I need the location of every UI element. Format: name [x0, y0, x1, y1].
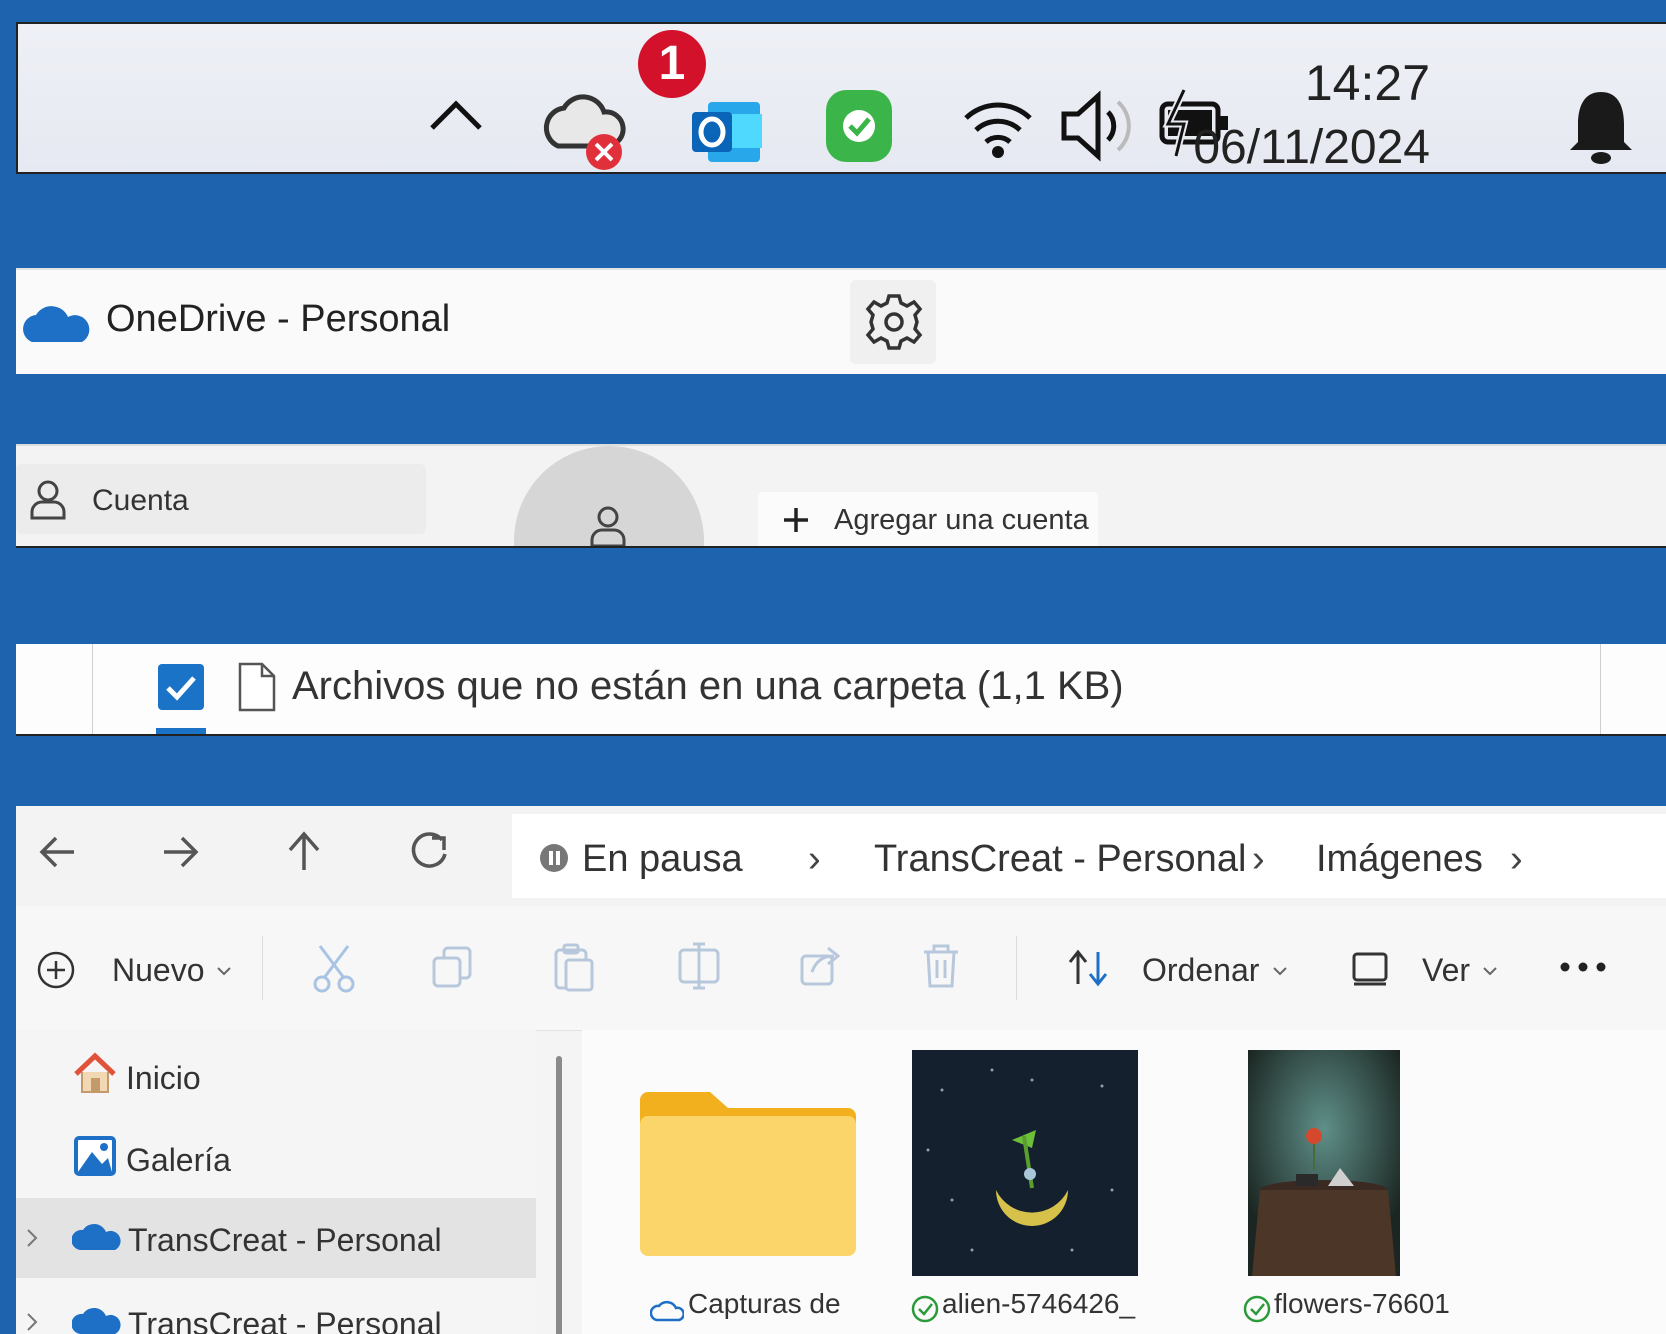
address-bar[interactable]: En pausa › TransCreat - Personal › Imáge…	[512, 814, 1666, 898]
breadcrumb-item-images[interactable]: Imágenes	[1316, 838, 1483, 881]
sidebar-item-label: Galería	[126, 1142, 231, 1178]
navigation-bar: En pausa › TransCreat - Personal › Imáge…	[16, 806, 1666, 907]
folder-icon	[640, 1092, 856, 1256]
breadcrumb-chevron-icon: ›	[1252, 838, 1265, 880]
new-button-label: Nuevo	[112, 952, 205, 988]
files-not-in-folder-label: Archivos que no están en una carpeta (1,…	[292, 664, 1124, 708]
expand-chevron-icon[interactable]	[22, 1226, 42, 1250]
forward-arrow-icon[interactable]	[160, 832, 200, 872]
breadcrumb-item-personal[interactable]: TransCreat - Personal	[874, 838, 1246, 881]
divider	[92, 644, 93, 734]
image-thumbnail	[912, 1050, 1138, 1276]
person-icon	[590, 506, 626, 546]
sidebar-item-home[interactable]: Inicio	[16, 1036, 536, 1116]
clock-date[interactable]: 06/11/2024	[1193, 120, 1430, 172]
onedrive-title: OneDrive - Personal	[106, 298, 451, 340]
file-icon	[238, 662, 276, 712]
sidebar-item-onedrive-personal-2[interactable]: TransCreat - Personal	[16, 1282, 536, 1334]
breadcrumb-chevron-icon[interactable]: ›	[1510, 838, 1523, 881]
onedrive-error-icon[interactable]	[542, 84, 632, 174]
taskbar: 1 14:27 06/11/2024	[16, 22, 1666, 174]
file-list: Capturas de alien-5746426_ flowers-76601	[582, 1030, 1666, 1334]
gallery-icon	[74, 1136, 116, 1176]
list-item-label: Capturas de	[688, 1288, 841, 1319]
onedrive-header: OneDrive - Personal	[16, 268, 1666, 374]
volume-icon[interactable]	[1058, 86, 1138, 166]
chevron-up-icon[interactable]	[426, 96, 486, 136]
home-icon	[74, 1052, 116, 1093]
notification-badge: 1	[638, 30, 706, 98]
view-icon	[1352, 952, 1388, 986]
refresh-icon[interactable]	[408, 830, 450, 872]
sidebar-item-label: Inicio	[126, 1060, 201, 1096]
person-icon	[30, 480, 66, 520]
onedrive-cloud-icon	[23, 306, 90, 342]
wifi-icon[interactable]	[960, 84, 1036, 164]
breadcrumb-item-paused[interactable]: En pausa	[582, 838, 743, 881]
checkbox[interactable]	[156, 728, 206, 734]
share-icon[interactable]	[798, 942, 844, 988]
add-account-label: Agregar una cuenta	[834, 504, 1089, 536]
sidebar-item-label: TransCreat - Personal	[128, 1222, 442, 1258]
divider	[1600, 644, 1601, 734]
breadcrumb-chevron-icon: ›	[808, 838, 821, 880]
view-button[interactable]: Ver	[1344, 932, 1504, 1002]
more-options-icon[interactable]	[1558, 960, 1608, 974]
chevron-down-icon	[1483, 967, 1497, 976]
view-button-label: Ver	[1422, 952, 1471, 988]
image-thumbnail	[1248, 1050, 1400, 1276]
cut-icon[interactable]	[310, 942, 358, 994]
list-item-folder[interactable]: Capturas de	[620, 1050, 860, 1334]
account-panel: Cuenta Agregar una cuenta	[16, 444, 1666, 548]
tab-account[interactable]: Cuenta	[16, 464, 426, 534]
paste-icon[interactable]	[552, 942, 596, 992]
list-item-label: alien-5746426_	[942, 1288, 1136, 1319]
sort-icon	[1068, 949, 1108, 987]
synced-check-icon	[911, 1295, 939, 1323]
pause-status-icon	[540, 844, 568, 872]
list-item-image-alien[interactable]: alien-5746426_	[906, 1050, 1176, 1334]
sidebar-item-gallery[interactable]: Galería	[16, 1118, 536, 1198]
command-bar: Nuevo Ordenar Ver	[16, 906, 1666, 1031]
cloud-outline-icon	[650, 1300, 684, 1322]
up-arrow-icon[interactable]	[284, 830, 324, 872]
synced-check-icon	[1243, 1295, 1271, 1323]
add-account-button[interactable]: Agregar una cuenta	[758, 492, 1098, 546]
checkbox[interactable]	[156, 662, 206, 712]
notification-bell-icon[interactable]	[1566, 84, 1636, 174]
new-button[interactable]: Nuevo	[30, 932, 231, 1002]
plus-icon	[784, 508, 808, 532]
security-check-icon[interactable]	[820, 82, 900, 172]
files-row: Archivos que no están en una carpeta (1,…	[16, 644, 1666, 736]
divider	[1016, 936, 1017, 1000]
back-arrow-icon[interactable]	[38, 832, 78, 872]
list-item-image-flowers[interactable]: flowers-76601	[1234, 1050, 1494, 1334]
chevron-down-icon	[1273, 967, 1287, 976]
rename-icon[interactable]	[676, 942, 722, 990]
gear-icon	[865, 294, 923, 350]
file-explorer: En pausa › TransCreat - Personal › Imáge…	[16, 806, 1666, 1334]
scrollbar[interactable]	[556, 1056, 562, 1334]
navigation-pane: Inicio Galería TransCreat - Personal Tra…	[16, 1030, 536, 1334]
plus-circle-icon	[37, 951, 75, 989]
onedrive-cloud-icon	[72, 1224, 121, 1250]
sidebar-item-onedrive-personal[interactable]: TransCreat - Personal	[16, 1198, 536, 1278]
list-item-label: flowers-76601	[1274, 1288, 1450, 1319]
avatar	[514, 446, 704, 546]
divider	[262, 936, 263, 1000]
delete-icon[interactable]	[920, 942, 962, 990]
sort-button-label: Ordenar	[1142, 952, 1260, 988]
tab-account-label: Cuenta	[92, 484, 189, 517]
onedrive-cloud-icon	[72, 1308, 121, 1334]
sort-button[interactable]: Ordenar	[1060, 932, 1290, 1002]
sidebar-item-label: TransCreat - Personal	[128, 1306, 442, 1334]
chevron-down-icon	[217, 967, 231, 976]
outlook-icon[interactable]	[686, 94, 766, 174]
expand-chevron-icon[interactable]	[22, 1310, 42, 1334]
clock-time[interactable]: 14:27	[1305, 54, 1430, 112]
copy-icon[interactable]	[430, 944, 474, 990]
settings-button[interactable]	[850, 280, 936, 364]
